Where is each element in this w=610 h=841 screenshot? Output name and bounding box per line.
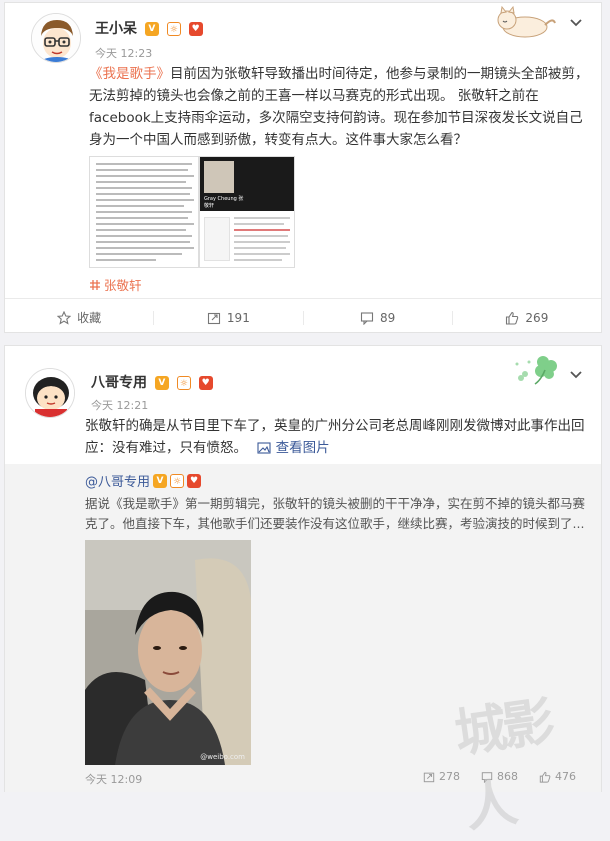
chevron-down-icon[interactable] xyxy=(568,15,584,31)
action-bar: 收藏 191 89 269 xyxy=(5,298,601,336)
repost-icon xyxy=(207,312,220,324)
view-image-label: 查看图片 xyxy=(275,440,330,456)
clover-decoration-icon xyxy=(515,356,557,385)
repost-icon xyxy=(423,772,435,782)
username[interactable]: 八哥专用 xyxy=(91,375,147,391)
like-button[interactable]: 269 xyxy=(451,310,601,325)
collect-label: 收藏 xyxy=(77,311,102,325)
star-icon xyxy=(57,310,72,325)
repost-text: 据说《我是歌手》第一期剪辑完，张敬轩的镜头被删的干干净净，实在剪不掉的镜头都马赛… xyxy=(85,496,586,531)
heart-badge-icon: ♥ xyxy=(187,473,202,488)
repost-button[interactable]: 191 xyxy=(153,310,302,325)
sun-badge-icon: ☼ xyxy=(170,473,185,488)
repost-time[interactable]: 今天 12:09 xyxy=(85,771,142,787)
repost-photo[interactable]: @weibo.com xyxy=(85,540,251,765)
selfie-photo-icon xyxy=(85,540,251,765)
heart-badge-icon: ♥ xyxy=(188,22,203,36)
reposted-content: @八哥专用 V ☼ ♥ 据说《我是歌手》第一期剪辑完，张敬轩的镜头被删的干干净净… xyxy=(5,464,601,839)
view-image-link[interactable]: 查看图片 xyxy=(257,440,330,456)
like-count: 269 xyxy=(525,310,549,325)
username[interactable]: 王小呆 xyxy=(95,21,137,37)
photo-watermark: @weibo.com xyxy=(200,753,245,761)
verified-badge-icon: V xyxy=(144,22,159,36)
heart-badge-icon: ♥ xyxy=(198,376,213,390)
verified-badge-icon: V xyxy=(153,473,168,488)
thumbs-up-icon xyxy=(506,311,519,325)
sun-badge-icon: ☼ xyxy=(166,22,181,36)
comment-count: 89 xyxy=(379,310,396,325)
repost-author-row: @八哥专用 V ☼ ♥ xyxy=(85,471,202,490)
profile-caption: Gray Cheung 张敬轩 xyxy=(204,196,244,209)
username-row: 王小呆 V ☼ ♥ xyxy=(95,18,203,38)
sun-badge-icon: ☼ xyxy=(176,376,191,390)
article-image-left[interactable] xyxy=(89,156,199,268)
repost-count: 191 xyxy=(226,310,250,325)
chevron-down-icon[interactable] xyxy=(568,367,584,383)
weibo-post-card: 王小呆 V ☼ ♥ 今天 12:23 《我是歌手》目前因为张敬轩导致播出时间待定… xyxy=(4,2,602,333)
weibo-post-card: 八哥专用 V ☼ ♥ 今天 12:21 张敬轩的确是从节目里下车了，英皇的广州分… xyxy=(4,345,602,839)
post-text: 张敬轩的确是从节目里下车了，英皇的广州分公司老总周峰刚刚发微博对此事作出回应：没… xyxy=(85,415,585,459)
username-row: 八哥专用 V ☼ ♥ xyxy=(91,372,213,392)
cat-decoration-icon xyxy=(497,5,556,38)
repost-repost-button[interactable]: 278 xyxy=(423,770,460,783)
user-avatar[interactable] xyxy=(25,368,75,418)
post-time[interactable]: 今天 12:21 xyxy=(91,397,148,413)
site-watermark: 城影人 xyxy=(450,691,555,840)
user-avatar[interactable] xyxy=(31,13,81,63)
repost-repost-count: 278 xyxy=(439,770,460,783)
comment-icon xyxy=(360,311,374,325)
tag-icon xyxy=(90,279,100,290)
verified-badge-icon: V xyxy=(154,376,169,390)
cartoon-boy-icon xyxy=(26,369,74,417)
post-body: 张敬轩的确是从节目里下车了，英皇的广州分公司老总周峰刚刚发微博对此事作出回应：没… xyxy=(85,418,585,456)
repost-author[interactable]: @八哥专用 xyxy=(85,471,150,490)
post-text: 《我是歌手》目前因为张敬轩导致播出时间待定，他参与录制的一期镜头全部被剪，无法剪… xyxy=(89,63,589,151)
post-title-link[interactable]: 《我是歌手》 xyxy=(89,66,170,82)
topic-tag[interactable]: 张敬轩 xyxy=(89,275,142,294)
post-time[interactable]: 今天 12:23 xyxy=(95,45,152,61)
comment-button[interactable]: 89 xyxy=(302,310,452,325)
cartoon-face-icon xyxy=(32,14,80,62)
profile-photo xyxy=(204,161,234,193)
topic-tag-label: 张敬轩 xyxy=(104,278,142,293)
article-image-right[interactable]: Gray Cheung 张敬轩 xyxy=(199,156,295,268)
image-icon xyxy=(257,442,271,454)
collect-button[interactable]: 收藏 xyxy=(5,309,153,326)
